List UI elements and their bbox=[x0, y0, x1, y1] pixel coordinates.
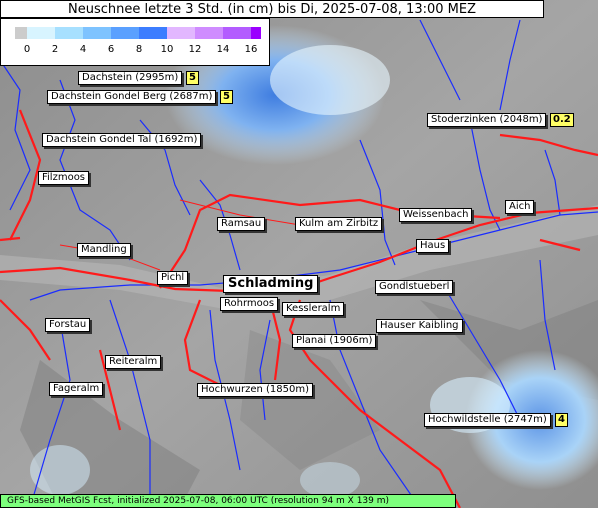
place-label: Schladming bbox=[223, 275, 319, 293]
place-label: Stoderzinken (2048m) bbox=[427, 113, 547, 127]
place-label: Haus bbox=[416, 239, 450, 253]
legend-tick-label: 2 bbox=[51, 44, 59, 55]
snow-value-badge: 5 bbox=[220, 90, 233, 104]
place-label: Pichl bbox=[157, 271, 189, 285]
place-label: Forstau bbox=[45, 318, 91, 332]
place-label: Weissenbach bbox=[399, 208, 473, 222]
place-label: Hauser Kaibling bbox=[376, 319, 463, 333]
place-label: Ramsau bbox=[217, 217, 266, 231]
legend-tick-label: 14 bbox=[216, 44, 230, 55]
place-label: Gondlstueberl bbox=[375, 280, 454, 294]
place-label: Dachstein Gondel Berg (2687m) bbox=[47, 90, 217, 104]
place-label: Fageralm bbox=[49, 382, 104, 396]
legend-swatch bbox=[27, 27, 55, 39]
place-label: Kessleralm bbox=[282, 302, 345, 316]
legend: 0 2 4 6 8 10 12 14 16 bbox=[0, 18, 270, 66]
legend-swatch bbox=[223, 27, 251, 39]
place-label: Dachstein Gondel Tal (1692m) bbox=[42, 133, 202, 147]
snow-value-badge: 5 bbox=[186, 71, 199, 85]
legend-swatch bbox=[251, 27, 261, 39]
legend-tick-label: 4 bbox=[79, 44, 87, 55]
legend-swatch bbox=[111, 27, 139, 39]
place-label: Mandling bbox=[77, 243, 131, 257]
legend-tick-label: 6 bbox=[107, 44, 115, 55]
place-label: Planai (1906m) bbox=[292, 334, 377, 348]
place-label: Rohrmoos bbox=[220, 297, 279, 311]
map-title: Neuschnee letzte 3 Std. (in cm) bis Di, … bbox=[0, 0, 544, 18]
place-label: Reiteralm bbox=[105, 355, 162, 369]
place-label: Filzmoos bbox=[38, 171, 90, 185]
place-label: Kulm am Zirbitz bbox=[295, 217, 383, 231]
place-label: Dachstein (2995m) bbox=[78, 71, 183, 85]
legend-swatch bbox=[195, 27, 223, 39]
place-label: Aich bbox=[505, 200, 535, 214]
legend-swatch bbox=[83, 27, 111, 39]
legend-tick-label: 0 bbox=[23, 44, 31, 55]
place-label: Hochwurzen (1850m) bbox=[197, 383, 314, 397]
legend-swatch bbox=[55, 27, 83, 39]
legend-swatch bbox=[167, 27, 195, 39]
legend-tick-label: 8 bbox=[135, 44, 143, 55]
legend-swatch bbox=[15, 27, 27, 39]
footer-info: GFS-based MetGIS Fcst, initialized 2025-… bbox=[0, 494, 456, 508]
legend-tick-label: 16 bbox=[244, 44, 258, 55]
legend-tick-label: 10 bbox=[160, 44, 174, 55]
snow-value-badge: 4 bbox=[555, 413, 568, 427]
legend-swatch bbox=[139, 27, 167, 39]
legend-colorbar bbox=[15, 27, 261, 39]
snow-value-badge: 0.2 bbox=[550, 113, 574, 127]
place-label: Hochwildstelle (2747m) bbox=[424, 413, 551, 427]
legend-tick-label: 12 bbox=[188, 44, 202, 55]
